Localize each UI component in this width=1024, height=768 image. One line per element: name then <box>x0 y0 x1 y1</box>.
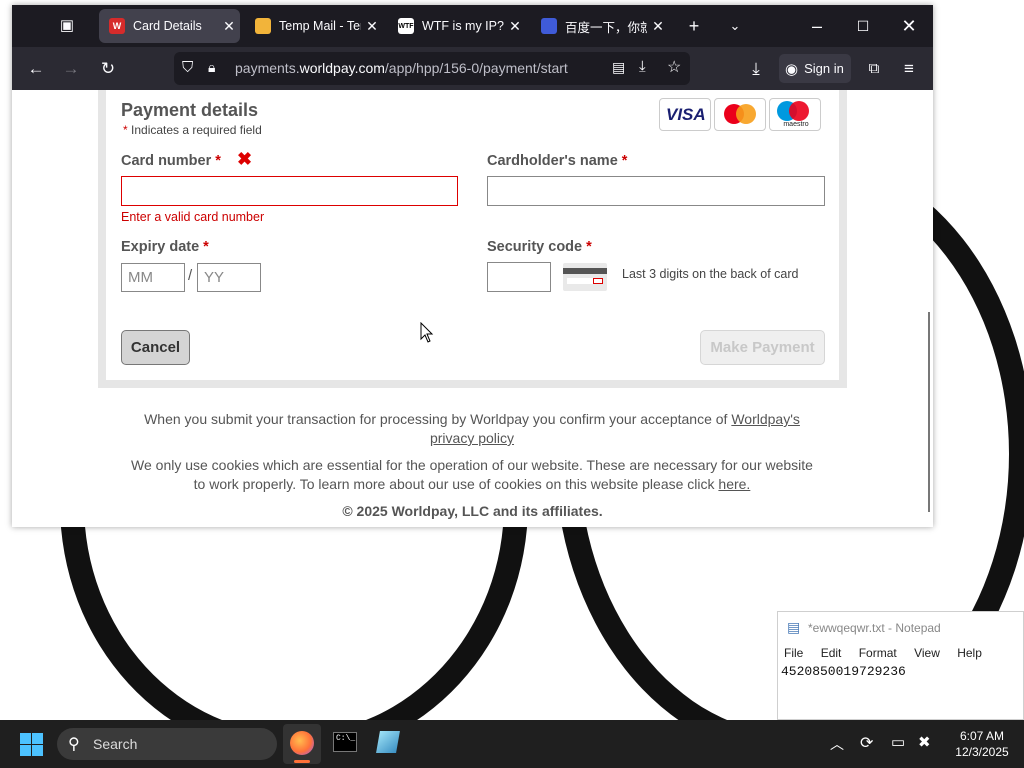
tab-title: Card Details <box>133 19 202 33</box>
volume-muted-icon[interactable]: ✖ <box>918 733 931 751</box>
sign-in-label: Sign in <box>804 61 844 76</box>
clock-time: 6:07 AM <box>959 729 1005 743</box>
cancel-button[interactable]: Cancel <box>121 330 190 365</box>
close-tab-icon[interactable]: ✕ <box>361 18 383 35</box>
lock-icon[interactable]: 🔒︎ <box>208 59 215 76</box>
mouse-cursor-icon <box>420 322 434 343</box>
cardholder-name-input[interactable] <box>487 176 825 206</box>
cookies-notice: We only use cookies which are essential … <box>131 457 813 492</box>
menu-icon[interactable]: ≡ <box>897 57 921 81</box>
firefox-icon <box>290 731 314 755</box>
show-hidden-icons-icon[interactable]: ︿ <box>830 734 844 754</box>
close-window-icon[interactable]: ✕ <box>898 15 920 37</box>
search-label: Search <box>93 736 138 752</box>
tab-baidu[interactable]: 百度一下，你就 ✕ <box>531 9 669 43</box>
notepad-icon: ▤ <box>787 619 801 635</box>
web-page: Payment details * Indicates a required f… <box>12 90 933 527</box>
security-code-hint: Last 3 digits on the back of card <box>622 267 799 281</box>
network-icon[interactable]: ▭ <box>891 733 905 751</box>
expiry-month-input[interactable] <box>121 263 185 292</box>
menu-edit[interactable]: Edit <box>821 646 842 660</box>
required-note: * Indicates a required field <box>123 123 262 137</box>
card-number-label: Card number * <box>121 153 221 169</box>
notepad-text-area[interactable]: 4520850019729236 <box>781 664 906 679</box>
menu-file[interactable]: File <box>784 646 803 660</box>
address-bar[interactable]: ⛉ 🔒︎ payments.worldpay.com/app/hpp/156-0… <box>174 52 690 85</box>
tab-list-icon[interactable]: ▣ <box>56 15 78 37</box>
navigation-toolbar: ← → ↻ ⛉ 🔒︎ payments.worldpay.com/app/hpp… <box>12 47 933 90</box>
tab-wtf-ip[interactable]: WTF WTF is my IP?!?! ✕ <box>388 9 526 43</box>
payment-form: Payment details * Indicates a required f… <box>106 90 839 380</box>
minimize-icon[interactable]: – <box>806 15 828 37</box>
tracking-shield-icon[interactable]: ⛉ <box>182 59 193 76</box>
mail-favicon-icon <box>255 18 271 34</box>
cookies-here-link[interactable]: here. <box>718 476 750 492</box>
close-tab-icon[interactable]: ✕ <box>647 18 669 35</box>
save-page-icon[interactable]: ⤓ <box>639 58 646 75</box>
close-tab-icon[interactable]: ✕ <box>504 18 526 35</box>
security-code-input[interactable] <box>487 262 551 292</box>
card-number-input[interactable] <box>121 176 458 206</box>
tab-title: Temp Mail - Tem <box>279 19 361 33</box>
forward-arrow-icon[interactable]: → <box>59 57 83 81</box>
baidu-favicon-icon <box>541 18 557 34</box>
security-code-label: Security code * <box>487 239 592 255</box>
sync-icon[interactable]: ⟳ <box>860 733 873 753</box>
list-all-tabs-icon[interactable]: ⌄ <box>724 15 746 37</box>
account-icon: ◉ <box>785 60 799 78</box>
card-number-error: Enter a valid card number <box>121 210 265 224</box>
maestro-logo: maestro <box>769 98 821 131</box>
expiry-date-label: Expiry date * <box>121 239 209 255</box>
reload-icon[interactable]: ↻ <box>96 57 120 81</box>
expiry-separator: / <box>188 267 193 284</box>
sign-in-button[interactable]: ◉ Sign in <box>779 54 851 83</box>
menu-format[interactable]: Format <box>859 646 897 660</box>
menu-view[interactable]: View <box>914 646 940 660</box>
page-scrollbar[interactable] <box>928 312 930 512</box>
payment-card-frame: Payment details * Indicates a required f… <box>98 90 847 388</box>
wtf-favicon-icon: WTF <box>398 18 414 34</box>
terminal-icon[interactable]: C:\_ <box>333 732 357 752</box>
url-text[interactable]: payments.worldpay.com/app/hpp/156-0/paym… <box>235 60 568 76</box>
mastercard-logo <box>714 98 766 131</box>
privacy-notice: When you submit your transaction for pro… <box>144 411 800 446</box>
expiry-year-input[interactable] <box>197 263 261 292</box>
menu-help[interactable]: Help <box>957 646 982 660</box>
system-clock[interactable]: 6:07 AM 12/3/2025 <box>946 728 1018 760</box>
close-tab-icon[interactable]: ✕ <box>218 18 240 35</box>
browser-window: ▣ W Card Details ✕ Temp Mail - Tem ✕ WTF… <box>12 5 933 527</box>
maximize-icon[interactable]: ☐ <box>852 15 874 37</box>
search-icon: ⚲ <box>68 736 80 753</box>
error-cross-icon: ✖ <box>237 149 253 169</box>
new-tab-icon[interactable]: + <box>683 15 705 37</box>
tab-title: 百度一下，你就 <box>565 20 647 35</box>
tab-temp-mail[interactable]: Temp Mail - Tem ✕ <box>245 9 383 43</box>
taskbar: ⚲ Search C:\_ ︿ ⟳ ▭ ✖ 6:07 AM 12/3/2025 <box>0 720 1024 768</box>
clock-date: 12/3/2025 <box>955 745 1009 759</box>
extensions-icon[interactable]: ⧉ <box>862 57 886 81</box>
bookmark-star-icon[interactable]: ☆ <box>667 57 681 77</box>
tab-card-details[interactable]: W Card Details ✕ <box>99 9 240 43</box>
cardholder-name-label: Cardholder's name * <box>487 153 628 169</box>
card-back-icon <box>563 263 607 291</box>
notepad-title: *ewwqeqwr.txt - Notepad <box>808 621 941 635</box>
downloads-icon[interactable]: ⤓ <box>744 57 768 81</box>
copyright: © 2025 Worldpay, LLC and its affiliates. <box>342 503 603 519</box>
make-payment-button[interactable]: Make Payment <box>700 330 825 365</box>
windows-start-icon[interactable] <box>20 733 43 756</box>
tab-bar: ▣ W Card Details ✕ Temp Mail - Tem ✕ WTF… <box>12 5 933 47</box>
reader-view-icon[interactable]: ▤ <box>612 59 625 76</box>
back-arrow-icon[interactable]: ← <box>24 57 48 81</box>
notepad-menu: File Edit Format View Help <box>784 646 996 660</box>
notepad-window: ▤ *ewwqeqwr.txt - Notepad File Edit Form… <box>777 611 1024 720</box>
taskbar-search-box[interactable]: ⚲ Search <box>57 728 277 760</box>
notepad-taskbar-icon[interactable] <box>376 731 400 753</box>
page-title: Payment details <box>121 100 259 120</box>
tab-title: WTF is my IP?!?! <box>422 19 504 33</box>
visa-logo: VISA <box>659 98 711 131</box>
worldpay-favicon-icon: W <box>109 18 125 34</box>
taskbar-firefox-button[interactable] <box>283 724 321 764</box>
